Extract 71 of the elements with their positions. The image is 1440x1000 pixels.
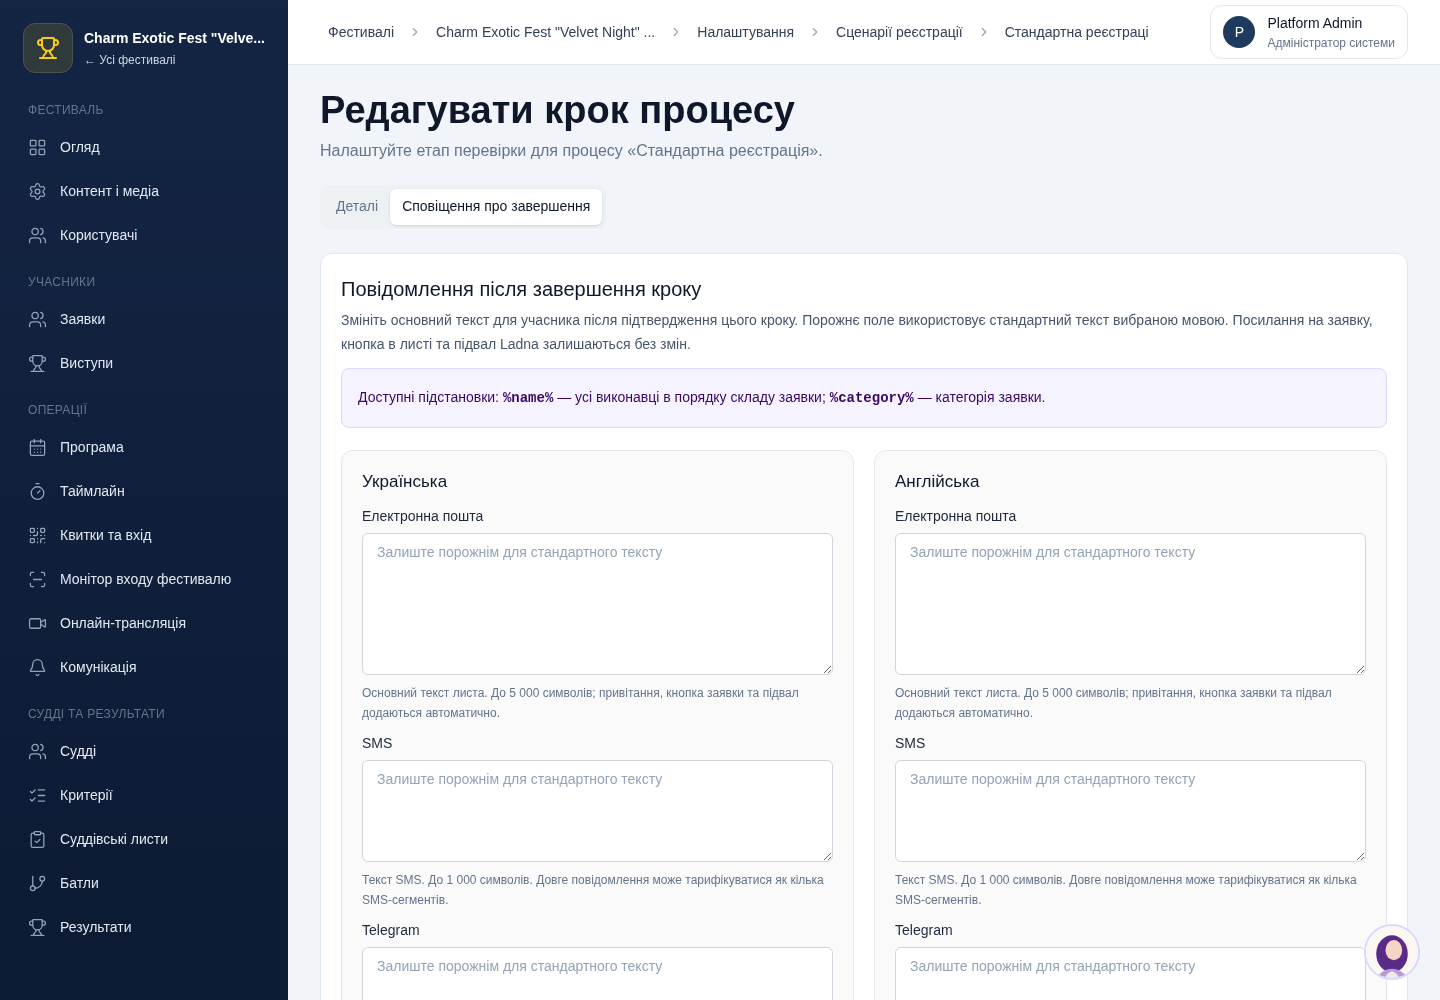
sidebar-item[interactable]: Критерії xyxy=(0,773,288,817)
sidebar-item[interactable]: Виступи xyxy=(0,341,288,385)
sidebar-item[interactable]: Монітор входу фестивалю xyxy=(0,557,288,601)
card-title: Повідомлення після завершення кроку xyxy=(341,276,703,302)
tab[interactable]: Сповіщення про завершення xyxy=(390,188,603,225)
clipboard-icon xyxy=(28,829,47,849)
sidebar-item[interactable]: Судді xyxy=(0,729,288,773)
sidebar-item[interactable]: Заявки xyxy=(0,297,288,341)
sidebar-item[interactable]: Комунікація xyxy=(0,645,288,689)
breadcrumb-link[interactable]: Charm Exotic Fest "Velvet Night" ... xyxy=(436,21,656,43)
grid-icon xyxy=(28,137,47,157)
trophy-icon xyxy=(28,353,47,373)
field-hint: Текст SMS. До 1 000 символів. Довге повідомлення може тарифікуватися як кілька SMS-сегментів. xyxy=(895,872,1358,909)
bell-icon xyxy=(28,657,47,677)
sidebar-item[interactable]: Програма xyxy=(0,425,288,469)
sidebar-item[interactable]: Квитки та вхід xyxy=(0,513,288,557)
sidebar-item[interactable]: Таймлайн xyxy=(0,469,288,513)
qr-code-icon xyxy=(28,525,47,545)
user-name: Platform Admin xyxy=(1267,13,1363,33)
scan-icon xyxy=(28,569,47,589)
field-label: SMS xyxy=(895,734,927,753)
field-label: Електронна пошта xyxy=(895,507,1018,526)
text-area[interactable]: Залиште порожнім для стандартного тексту xyxy=(362,533,833,675)
text-area[interactable]: Залиште порожнім для стандартного тексту xyxy=(895,760,1366,862)
sidebar-item[interactable]: Результати xyxy=(0,905,288,949)
card-description: Змініть основний текст для учасника після підтвердження цього кроку. Порожнє поле використовує стандартний текст вибраною мовою. Посилання на заявку, кнопка в листі та підвал Ladna залишаються без змін. xyxy=(341,310,1374,354)
user-menu[interactable]: P Platform Admin Адміністратор системи xyxy=(1210,5,1408,59)
field-label: Електронна пошта xyxy=(362,507,485,526)
sidebar-item[interactable]: Контент і медіа xyxy=(0,169,288,213)
breadcrumb-link[interactable]: Фестивалі xyxy=(328,21,394,43)
breadcrumb-link[interactable]: Налаштування xyxy=(697,21,795,43)
field-hint: Основний текст листа. До 5 000 символів; привітання, кнопка заявки та підвал додаються автоматично. xyxy=(362,685,800,722)
users-icon xyxy=(28,225,47,245)
sidebar-item[interactable]: Онлайн-трансляція xyxy=(0,601,288,645)
field-label: Telegram xyxy=(362,921,421,940)
branch-icon xyxy=(28,873,47,893)
tab[interactable]: Деталі xyxy=(324,188,391,225)
sidebar-item[interactable]: Огляд xyxy=(0,125,288,169)
trophy-logo-icon xyxy=(23,23,73,73)
section-heading: УЧАСНИКИ xyxy=(27,274,97,291)
section-heading: СУДДІ ТА РЕЗУЛЬТАТИ xyxy=(27,706,166,723)
text-area[interactable]: Залиште порожнім для стандартного тексту xyxy=(895,533,1366,675)
field-label: Telegram xyxy=(895,921,954,940)
user-role: Адміністратор системи xyxy=(1267,34,1395,52)
calendar-icon xyxy=(28,437,47,457)
placeholder-notice: Доступні підстановки: %name% — усі виконавці в порядку складу заявки; %category% — категорія заявки. xyxy=(341,367,1387,428)
trophy-icon xyxy=(28,917,47,937)
back-link[interactable]: ← Усі фестивалі xyxy=(84,50,265,69)
page-subtitle: Налаштуйте етап перевірки для процесу «Стандартна реєстрація». xyxy=(320,140,824,161)
breadcrumb-link[interactable]: Сценарії реєстрації xyxy=(836,21,963,43)
sidebar-item[interactable]: Батли xyxy=(0,861,288,905)
stopwatch-icon xyxy=(28,481,47,501)
text-area[interactable]: Залиште порожнім для стандартного тексту xyxy=(362,760,833,862)
users-icon xyxy=(28,741,47,761)
section-heading: ОПЕРАЦІЇ xyxy=(27,402,89,419)
field-hint: Основний текст листа. До 5 000 символів; привітання, кнопка заявки та підвал додаються автоматично. xyxy=(895,685,1333,722)
festival-name: Charm Exotic Fest "Velve... xyxy=(84,28,265,48)
gear-icon xyxy=(28,181,47,201)
language-title: Англійська xyxy=(895,470,981,493)
sidebar-item[interactable]: Суддівські листи xyxy=(0,817,288,861)
users-icon xyxy=(28,309,47,329)
avatar: P xyxy=(1223,16,1256,48)
breadcrumb-link[interactable]: Стандартна реєстраці xyxy=(1004,21,1149,43)
text-area[interactable]: Залиште порожнім для стандартного тексту xyxy=(362,947,833,1000)
text-area[interactable]: Залиште порожнім для стандартного тексту xyxy=(895,947,1366,1000)
section-heading: ФЕСТИВАЛЬ xyxy=(27,102,105,119)
field-label: SMS xyxy=(362,734,394,753)
page-title: Редагувати крок процесу xyxy=(320,88,796,133)
sidebar-item[interactable]: Користувачі xyxy=(0,213,288,257)
field-hint: Текст SMS. До 1 000 символів. Довге повідомлення може тарифікуватися як кілька SMS-сегментів. xyxy=(362,872,825,909)
language-title: Українська xyxy=(362,470,449,493)
